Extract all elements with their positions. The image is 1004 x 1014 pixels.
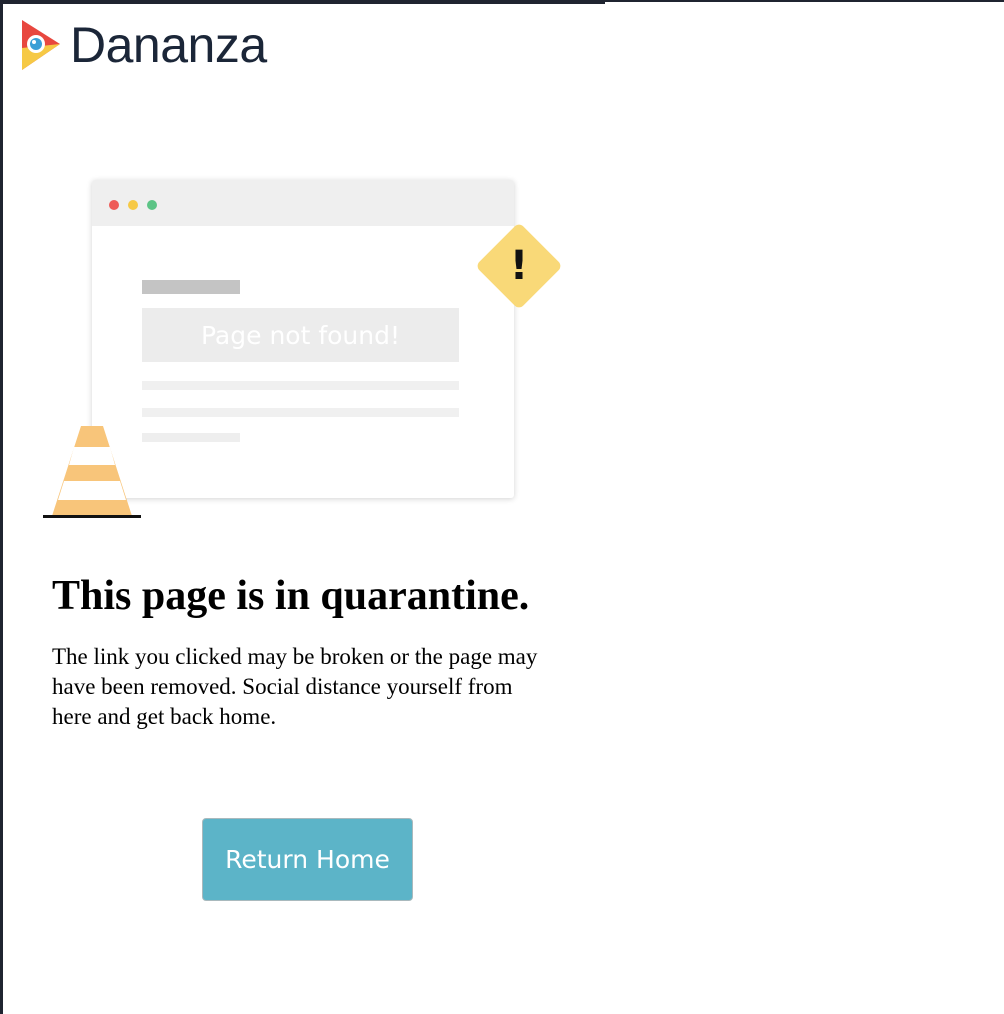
placeholder-line bbox=[142, 433, 240, 442]
placeholder-line bbox=[142, 408, 459, 417]
page-not-found-illustration: Page not found! ! bbox=[40, 175, 575, 525]
window-top-edge bbox=[0, 0, 605, 4]
warning-mark: ! bbox=[510, 243, 528, 289]
browser-window-illustration: Page not found! bbox=[92, 180, 514, 498]
return-home-button[interactable]: Return Home bbox=[202, 818, 413, 901]
warning-diamond-icon: ! bbox=[477, 224, 561, 308]
browser-title-bar bbox=[92, 180, 514, 226]
placeholder-heading-bar bbox=[142, 280, 240, 294]
placeholder-line bbox=[142, 381, 459, 390]
page-title: This page is in quarantine. bbox=[52, 573, 530, 619]
placeholder-banner: Page not found! bbox=[142, 308, 459, 362]
brand-logo[interactable]: Dananza bbox=[18, 18, 267, 72]
brand-name: Dananza bbox=[70, 17, 267, 73]
minimize-dot-icon bbox=[128, 200, 138, 210]
window-top-edge-right bbox=[605, 0, 1004, 2]
error-description: The link you clicked may be broken or th… bbox=[52, 644, 538, 729]
window-left-edge bbox=[0, 0, 3, 1014]
dananza-play-logo-icon bbox=[22, 20, 60, 70]
maximize-dot-icon bbox=[147, 200, 157, 210]
page-not-found-text: Page not found! bbox=[200, 320, 401, 350]
close-dot-icon bbox=[109, 200, 119, 210]
traffic-cone-icon bbox=[43, 426, 141, 518]
